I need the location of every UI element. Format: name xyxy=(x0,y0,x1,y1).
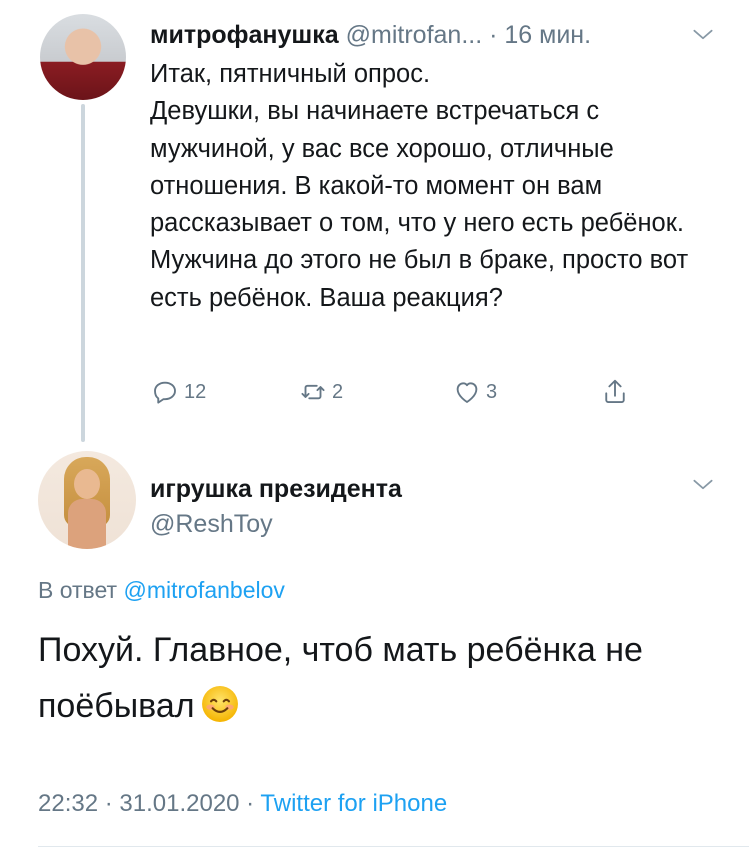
user-handle[interactable]: @mitrofan... xyxy=(346,21,483,49)
tweet-text-line: Девушки, вы начинаете встречаться с мужч… xyxy=(150,97,689,312)
reply-icon xyxy=(154,381,176,404)
share-icon xyxy=(605,379,625,403)
tweet-text: Похуй. Главное, чтоб мать ребёнка не поё… xyxy=(38,622,718,734)
like-count: 3 xyxy=(486,380,498,403)
tweet-time: 22:32 xyxy=(38,790,99,817)
chevron-down-icon[interactable] xyxy=(690,472,716,498)
tweet-text: Итак, пятничный опрос. Девушки, вы начин… xyxy=(150,56,720,317)
timestamp[interactable]: 16 мин. xyxy=(504,21,591,49)
divider xyxy=(38,846,749,847)
tweet-text-line: Итак, пятничный опрос. xyxy=(150,60,431,88)
replying-to: В ответ @mitrofanbelov xyxy=(38,574,285,606)
avatar[interactable] xyxy=(38,451,136,549)
heart-icon xyxy=(456,382,478,403)
avatar[interactable] xyxy=(40,14,126,100)
tweet-actions: 12 2 3 xyxy=(150,372,650,412)
tweet-header: митрофанушка @mitrofan... · 16 мин. xyxy=(150,18,591,52)
display-name[interactable]: митрофанушка xyxy=(150,21,339,49)
retweet-button[interactable]: 2 xyxy=(298,372,343,412)
thread-connector xyxy=(81,104,85,442)
reply-count: 12 xyxy=(184,380,207,403)
smiling-face-icon xyxy=(201,686,238,722)
separator: · xyxy=(98,790,120,817)
tweet-body: Похуй. Главное, чтоб мать ребёнка не поё… xyxy=(38,631,643,725)
like-button[interactable]: 3 xyxy=(452,372,497,412)
separator: · xyxy=(239,790,261,817)
tweet-meta: 22:32 · 31.01.2020 · Twitter for iPhone xyxy=(38,787,447,821)
mention-link[interactable]: @mitrofanbelov xyxy=(123,577,284,603)
replying-to-label: В ответ xyxy=(38,577,124,603)
chevron-down-icon[interactable] xyxy=(690,22,716,48)
retweet-count: 2 xyxy=(332,380,344,403)
user-handle[interactable]: @ReshToy xyxy=(150,507,273,541)
share-button[interactable] xyxy=(600,372,630,412)
reply-button[interactable]: 12 xyxy=(150,372,206,412)
separator: · xyxy=(482,21,505,49)
source-link[interactable]: Twitter for iPhone xyxy=(260,790,447,817)
display-name[interactable]: игрушка президента xyxy=(150,472,402,506)
tweet-date: 31.01.2020 xyxy=(119,790,240,817)
retweet-icon xyxy=(301,384,325,400)
